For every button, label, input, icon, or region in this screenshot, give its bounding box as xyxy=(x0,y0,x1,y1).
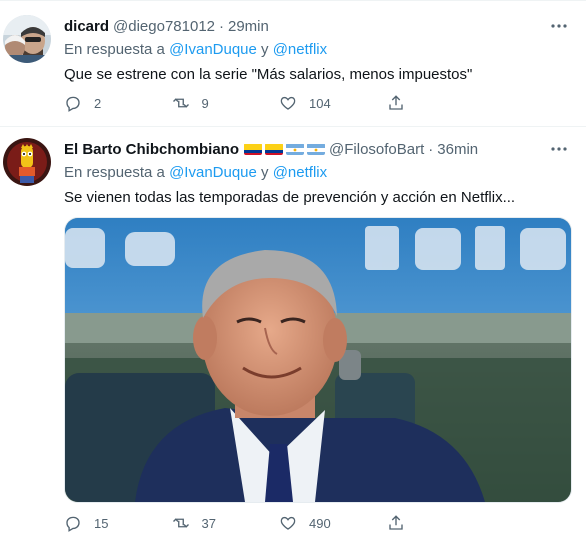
like-count: 490 xyxy=(309,515,331,531)
retweet-icon xyxy=(172,518,189,528)
retweet-count: 9 xyxy=(201,95,209,111)
avatar[interactable] xyxy=(3,15,51,63)
user-handle[interactable]: @diego781012 xyxy=(113,18,215,35)
user-handle[interactable]: @FilosofoBart xyxy=(329,141,424,158)
reply-context: En respuesta a @IvanDuque y @netflix xyxy=(64,41,327,58)
share-button[interactable] xyxy=(387,93,495,113)
argentina-flag-icon xyxy=(307,143,326,155)
display-name[interactable]: El Barto Chibchombiano xyxy=(64,141,239,158)
separator-dot: · xyxy=(428,140,434,158)
reply-count: 15 xyxy=(94,515,109,531)
reply-join: y xyxy=(261,164,269,181)
tweet-dicard[interactable]: dicard @diego781012 · 29min En respuesta… xyxy=(0,1,586,127)
reply-context: En respuesta a @IvanDuque y @netflix xyxy=(64,164,327,181)
reply-join: y xyxy=(261,41,269,58)
retweet-icon xyxy=(172,98,189,108)
more-options-icon[interactable] xyxy=(550,140,568,158)
tweet-text: Que se estrene con la serie "Más salario… xyxy=(64,66,473,83)
share-button[interactable] xyxy=(387,513,495,533)
colombia-flag-icon xyxy=(244,143,263,155)
reply-button[interactable]: 15 xyxy=(64,513,172,533)
reply-button[interactable]: 2 xyxy=(64,93,172,113)
like-button[interactable]: 104 xyxy=(279,93,387,113)
timestamp[interactable]: 29min xyxy=(228,18,269,35)
flag-emojis xyxy=(244,143,326,155)
action-bar: 15 37 490 xyxy=(64,513,494,533)
reply-prefix: En respuesta a xyxy=(64,164,165,181)
reply-prefix: En respuesta a xyxy=(64,41,165,58)
tweet-text: Se vienen todas las temporadas de preven… xyxy=(64,189,516,206)
tweet-header: El Barto Chibchombiano @FilosofoBart · 3… xyxy=(64,139,478,159)
tweet-photo[interactable] xyxy=(64,217,572,503)
like-button[interactable]: 490 xyxy=(279,513,387,533)
mention-link[interactable]: @IvanDuque xyxy=(169,41,257,58)
timestamp[interactable]: 36min xyxy=(437,141,478,158)
more-options-icon[interactable] xyxy=(550,17,568,35)
share-icon xyxy=(388,95,403,110)
reply-icon xyxy=(66,516,80,532)
mention-link[interactable]: @IvanDuque xyxy=(169,164,257,181)
mention-link[interactable]: @netflix xyxy=(273,41,327,58)
colombia-flag-icon xyxy=(265,143,284,155)
heart-icon xyxy=(280,96,296,110)
display-name[interactable]: dicard xyxy=(64,18,109,35)
tweet-header: dicard @diego781012 · 29min xyxy=(64,16,269,36)
like-count: 104 xyxy=(309,95,331,111)
retweet-count: 37 xyxy=(201,515,216,531)
share-icon xyxy=(388,515,403,530)
mention-link[interactable]: @netflix xyxy=(273,164,327,181)
separator-dot: · xyxy=(219,17,224,35)
heart-icon xyxy=(280,516,296,530)
argentina-flag-icon xyxy=(286,143,305,155)
reply-icon xyxy=(66,96,80,112)
action-bar: 2 9 104 xyxy=(64,93,494,113)
tweet-el-barto[interactable]: El Barto Chibchombiano @FilosofoBart · 3… xyxy=(0,127,586,532)
retweet-button[interactable]: 37 xyxy=(172,513,280,533)
retweet-button[interactable]: 9 xyxy=(172,93,280,113)
reply-count: 2 xyxy=(94,95,102,111)
avatar[interactable] xyxy=(3,138,51,186)
